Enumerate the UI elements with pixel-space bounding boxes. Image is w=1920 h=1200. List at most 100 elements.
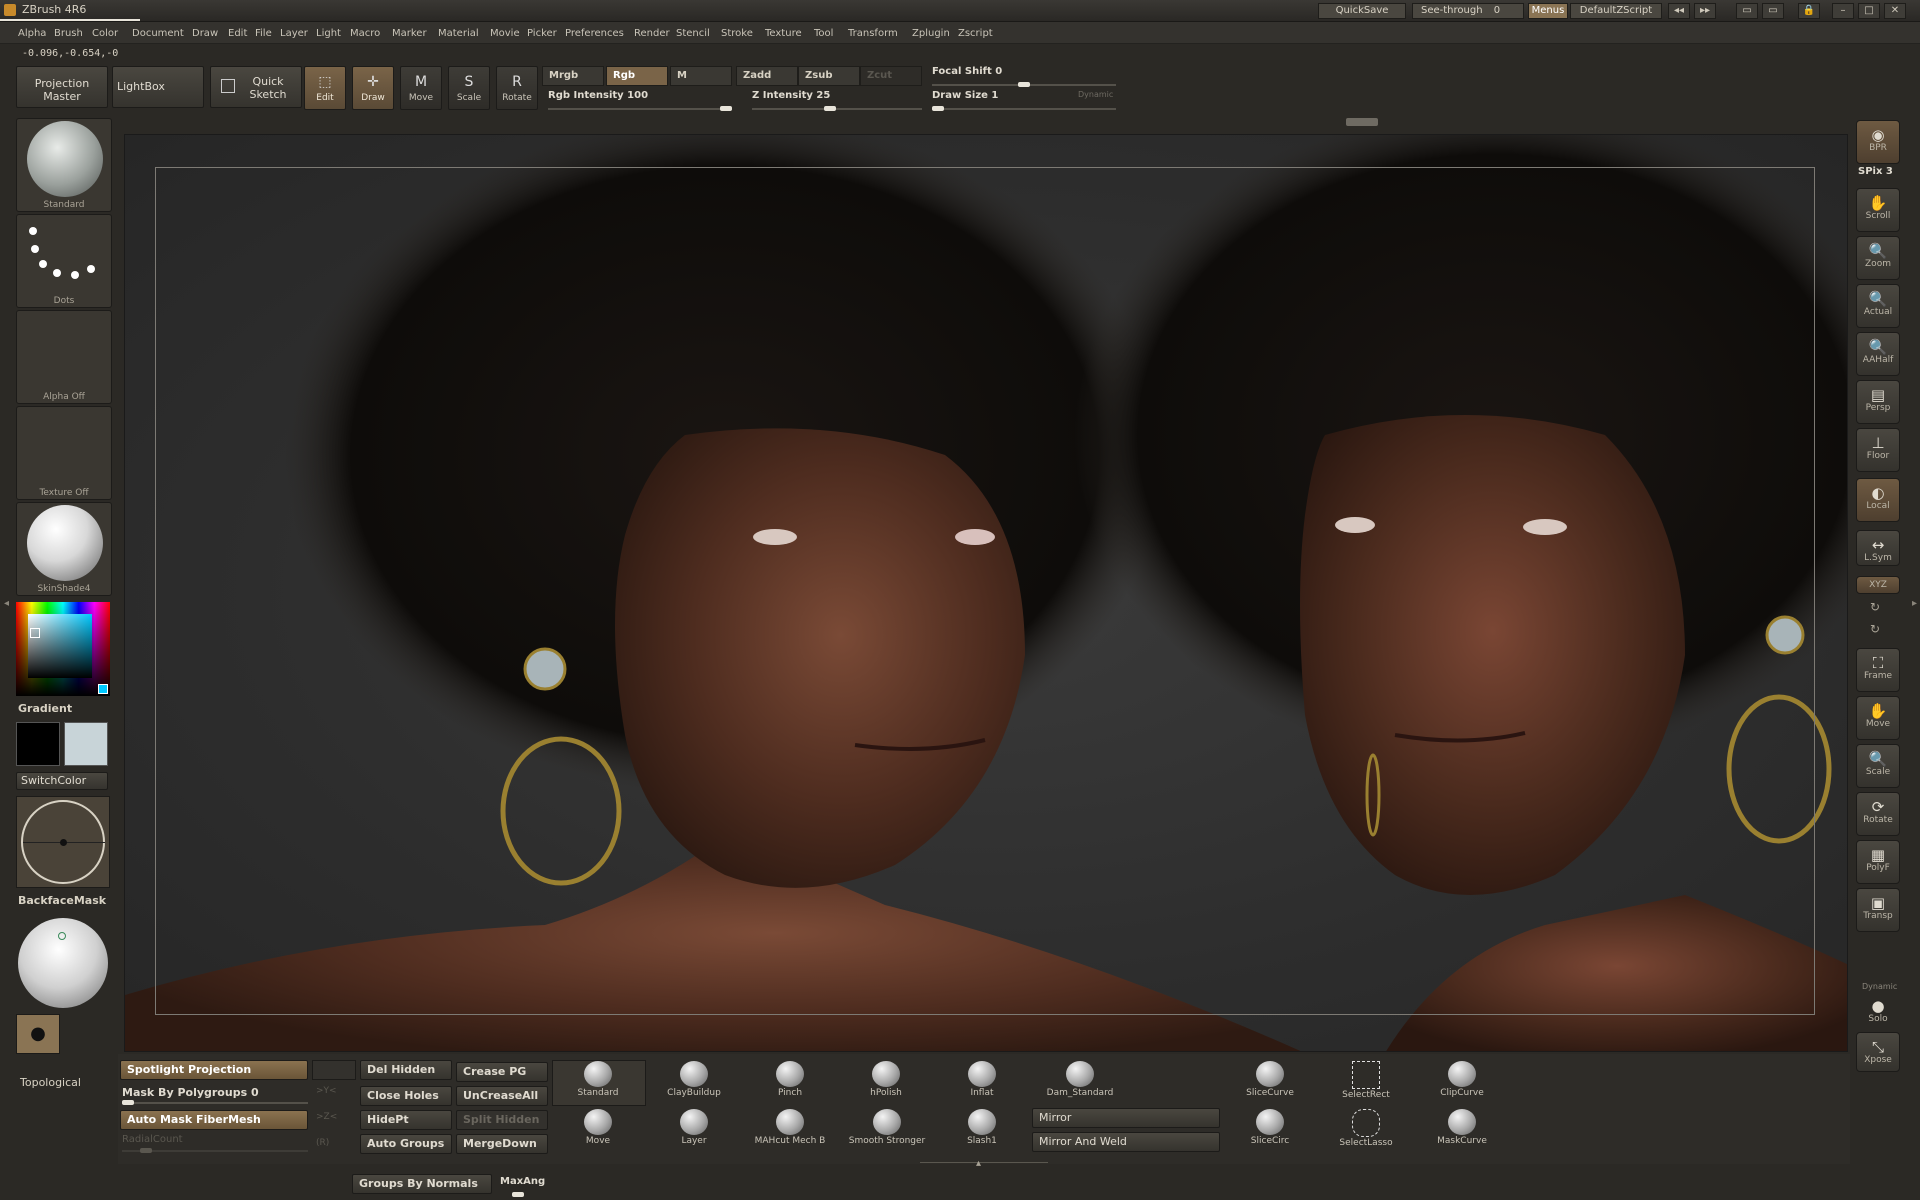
focal-shift-knob[interactable]	[1018, 82, 1030, 87]
rgb-intensity-slider[interactable]: Rgb Intensity 100	[548, 90, 648, 101]
brush-claybuildup[interactable]: ClayBuildup	[658, 1058, 730, 1102]
quick-sketch-button[interactable]: Quick Sketch	[210, 66, 302, 108]
maskcurve-button[interactable]: MaskCurve	[1426, 1106, 1498, 1150]
draw-size-slider[interactable]: Draw Size 1	[932, 90, 998, 101]
brush-dam-standard[interactable]: Dam_Standard	[1042, 1058, 1118, 1102]
menu-render[interactable]: Render	[634, 28, 670, 39]
brush-pinch[interactable]: Pinch	[754, 1058, 826, 1102]
menu-stencil[interactable]: Stencil	[676, 28, 710, 39]
lock-icon[interactable]: 🔒	[1798, 3, 1820, 19]
xpose-button[interactable]: ⤡ Xpose	[1856, 1032, 1900, 1072]
menu-edit[interactable]: Edit	[228, 28, 247, 39]
lightbox-direction-panel[interactable]	[16, 796, 110, 888]
mask-by-polygroups-track[interactable]	[122, 1102, 308, 1104]
scale-view-button[interactable]: 🔍 Scale	[1856, 744, 1900, 788]
right-tray-toggle-icon[interactable]: ▸	[1912, 598, 1917, 609]
quicksave-button[interactable]: QuickSave	[1318, 3, 1406, 19]
menu-material[interactable]: Material	[438, 28, 479, 39]
spotlight-x-button[interactable]	[312, 1060, 356, 1080]
z-intensity-knob[interactable]	[824, 106, 836, 111]
edit-button[interactable]: ⬚ Edit	[304, 66, 346, 110]
light-position-marker[interactable]	[58, 932, 66, 940]
menu-alpha[interactable]: Alpha	[18, 28, 46, 39]
z-intensity-track[interactable]	[752, 108, 922, 110]
bottom-shelf-scroll-handle[interactable]	[920, 1162, 1048, 1168]
texture-slot[interactable]: Texture Off	[16, 406, 112, 500]
menu-movie[interactable]: Movie	[490, 28, 520, 39]
menu-macro[interactable]: Macro	[350, 28, 380, 39]
menu-layer[interactable]: Layer	[280, 28, 308, 39]
dynamic-toggle[interactable]: Dynamic	[1078, 90, 1113, 99]
draw-size-knob[interactable]	[932, 106, 944, 111]
hidept-button[interactable]: HidePt	[360, 1110, 452, 1130]
mask-by-polygroups-slider[interactable]: Mask By Polygroups 0	[122, 1086, 259, 1099]
bpr-button[interactable]: ◉ BPR	[1856, 120, 1900, 164]
close-icon[interactable]: ✕	[1884, 3, 1906, 19]
projection-master-button[interactable]: Projection Master	[16, 66, 108, 108]
close-holes-button[interactable]: Close Holes	[360, 1086, 452, 1106]
menu-picker[interactable]: Picker	[527, 28, 557, 39]
zadd-button[interactable]: Zadd	[736, 66, 798, 86]
mrgb-button[interactable]: Mrgb	[542, 66, 604, 86]
menu-tool[interactable]: Tool	[814, 28, 833, 39]
secondary-color-swatch[interactable]	[64, 722, 108, 766]
slicecirc-button[interactable]: SliceCirc	[1234, 1106, 1306, 1150]
color-cursor[interactable]	[30, 628, 40, 638]
local-button[interactable]: ◐ Local	[1856, 478, 1900, 522]
left-tray-toggle-icon[interactable]: ◂	[4, 598, 10, 614]
menu-marker[interactable]: Marker	[392, 28, 427, 39]
document-canvas[interactable]	[124, 134, 1848, 1052]
z-intensity-slider[interactable]: Z Intensity 25	[752, 90, 830, 101]
menu-color[interactable]: Color	[92, 28, 118, 39]
layout-next-icon[interactable]: ▸▸	[1694, 3, 1716, 19]
zsub-button[interactable]: Zsub	[798, 66, 860, 86]
layout-b-icon[interactable]: ▭	[1762, 3, 1784, 19]
actual-button[interactable]: 🔍 Actual	[1856, 284, 1900, 328]
menu-transform[interactable]: Transform	[848, 28, 898, 39]
auto-groups-button[interactable]: Auto Groups	[360, 1134, 452, 1154]
floor-button[interactable]: ⊥ Floor	[1856, 428, 1900, 472]
brush-mahcut-mech-b[interactable]: MAHcut Mech B	[750, 1106, 830, 1150]
menu-draw[interactable]: Draw	[192, 28, 218, 39]
radialcount-knob[interactable]	[140, 1148, 152, 1153]
scroll-button[interactable]: ✋ Scroll	[1856, 188, 1900, 232]
m-button[interactable]: M	[670, 66, 732, 86]
rgb-intensity-track[interactable]	[548, 108, 732, 110]
zoom-button[interactable]: 🔍 Zoom	[1856, 236, 1900, 280]
bottom-tray-toggle-icon[interactable]: ▴	[976, 1158, 981, 1169]
maxang-knob[interactable]	[512, 1192, 524, 1197]
spix-slider[interactable]: SPix 3	[1858, 166, 1893, 177]
mask-by-polygroups-knob[interactable]	[122, 1100, 134, 1105]
clipcurve-button[interactable]: ClipCurve	[1426, 1058, 1498, 1102]
rotate-z-icon[interactable]: ↻	[1870, 622, 1880, 636]
maxang-slider[interactable]: MaxAng	[500, 1176, 545, 1187]
brush-layer[interactable]: Layer	[658, 1106, 730, 1150]
persp-button[interactable]: ▤ Persp	[1856, 380, 1900, 424]
spotlight-projection-button[interactable]: Spotlight Projection	[120, 1060, 308, 1080]
lsym-button[interactable]: ↔ L.Sym	[1856, 530, 1900, 566]
transp-button[interactable]: ▣ Transp	[1856, 888, 1900, 932]
top-shelf-scroll-handle[interactable]	[1346, 118, 1378, 126]
light-direction-dot[interactable]	[60, 839, 67, 846]
groups-by-normals-button[interactable]: Groups By Normals	[352, 1174, 492, 1194]
xyz-button[interactable]: XYZ	[1856, 576, 1900, 594]
brush-slash1[interactable]: Slash1	[946, 1106, 1018, 1150]
selectlasso-button[interactable]: SelectLasso	[1330, 1106, 1402, 1150]
brush-standard[interactable]: Standard	[562, 1058, 634, 1102]
layout-prev-icon[interactable]: ◂◂	[1668, 3, 1690, 19]
light-sphere[interactable]	[18, 918, 108, 1008]
alpha-slot[interactable]: Alpha Off	[16, 310, 112, 404]
color-square[interactable]	[28, 614, 92, 678]
lightbulb-icon[interactable]: ●	[16, 1014, 60, 1054]
brush-slot[interactable]: Standard	[16, 118, 112, 212]
main-color-swatch[interactable]	[16, 722, 60, 766]
gradient-label[interactable]: Gradient	[18, 702, 72, 715]
solo-button[interactable]: ● Solo	[1856, 992, 1900, 1026]
material-slot[interactable]: SkinShade4	[16, 502, 112, 596]
selectrect-button[interactable]: SelectRect	[1330, 1058, 1402, 1102]
see-through-slider[interactable]: See-through 0	[1412, 3, 1524, 19]
stroke-slot[interactable]: Dots	[16, 214, 112, 308]
lightbox-button[interactable]: LightBox	[112, 66, 204, 108]
maximize-icon[interactable]: □	[1858, 3, 1880, 19]
menu-zplugin[interactable]: Zplugin	[912, 28, 950, 39]
